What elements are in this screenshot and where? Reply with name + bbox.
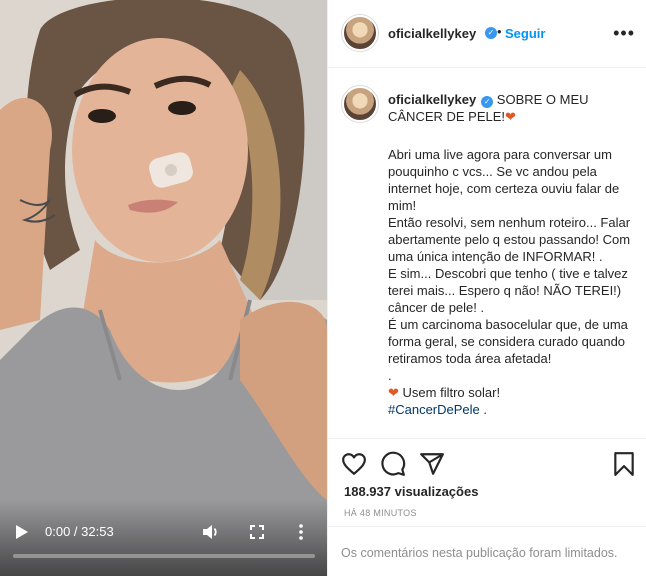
bookmark-icon[interactable] bbox=[611, 451, 637, 477]
caption-tip-text: Usem filtro solar! bbox=[402, 385, 501, 400]
comment-icon[interactable] bbox=[380, 451, 406, 477]
avatar[interactable] bbox=[342, 15, 378, 51]
video-progress-bar[interactable] bbox=[13, 554, 315, 558]
hashtag-link[interactable]: #CancerDePele bbox=[388, 402, 480, 417]
share-icon[interactable] bbox=[419, 451, 445, 477]
video-player[interactable]: 0:00 / 32:53 bbox=[0, 0, 327, 576]
caption-title: oficialkellykey ✓ SOBRE O MEU CÂNCER DE P… bbox=[388, 91, 638, 125]
fullscreen-icon bbox=[250, 525, 264, 539]
follow-button[interactable]: Seguir bbox=[505, 26, 545, 41]
video-time: 0:00 / 32:53 bbox=[45, 524, 114, 539]
separator-dot: • bbox=[497, 24, 502, 39]
play-icon bbox=[16, 525, 28, 539]
volume-button[interactable] bbox=[200, 522, 222, 542]
action-bar bbox=[328, 438, 646, 478]
post-caption: oficialkellykey ✓ SOBRE O MEU CÂNCER DE P… bbox=[388, 91, 638, 418]
video-more-button[interactable] bbox=[293, 522, 309, 542]
options-button[interactable]: ••• bbox=[613, 23, 635, 44]
view-count[interactable]: 188.937 visualizações bbox=[344, 484, 478, 499]
caption-avatar[interactable] bbox=[342, 86, 378, 122]
caption-tip: ❤ Usem filtro solar! bbox=[388, 384, 638, 401]
orange-heart-icon: ❤ bbox=[505, 109, 516, 124]
header-username[interactable]: oficialkellykey bbox=[388, 26, 476, 41]
verified-badge-icon: ✓ bbox=[485, 27, 497, 39]
verified-badge-icon: ✓ bbox=[481, 96, 494, 108]
comments-limited-notice: Os comentários nesta publicação foram li… bbox=[328, 526, 646, 576]
video-frame-image bbox=[0, 0, 327, 576]
fullscreen-button[interactable] bbox=[247, 522, 267, 542]
comments-limited-text: Os comentários nesta publicação foram li… bbox=[341, 546, 618, 560]
post-timestamp[interactable]: HÁ 48 MINUTOS bbox=[344, 508, 417, 518]
post-side-panel: oficialkellykey ✓ • Seguir ••• oficialke… bbox=[327, 0, 646, 576]
more-vertical-icon bbox=[299, 524, 303, 540]
orange-heart-icon: ❤ bbox=[388, 385, 399, 400]
volume-icon bbox=[203, 525, 217, 539]
caption-area: oficialkellykey ✓ SOBRE O MEU CÂNCER DE P… bbox=[328, 69, 646, 437]
hashtag-suffix: . bbox=[479, 402, 488, 417]
play-button[interactable] bbox=[10, 522, 34, 542]
post-header: oficialkellykey ✓ • Seguir ••• bbox=[328, 0, 646, 68]
caption-username[interactable]: oficialkellykey bbox=[388, 92, 476, 107]
caption-body: Abri uma live agora para conversar um po… bbox=[388, 147, 631, 383]
heart-icon[interactable] bbox=[341, 451, 367, 477]
caption-hashtags: #CancerDePele . bbox=[388, 401, 638, 418]
